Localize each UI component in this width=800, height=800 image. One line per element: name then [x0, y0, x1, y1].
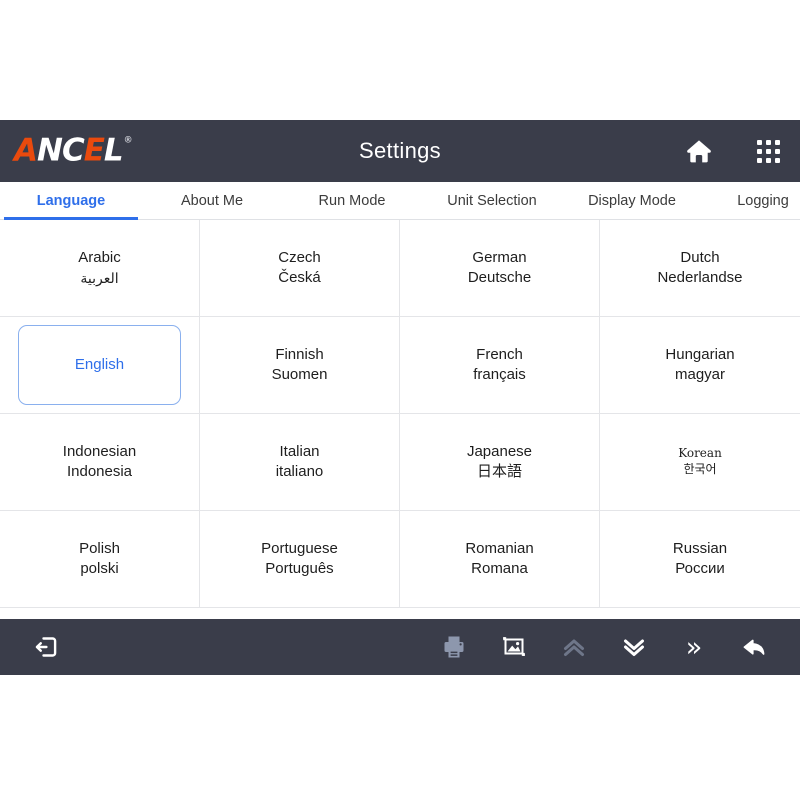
language-cell-french[interactable]: French français [400, 317, 600, 414]
language-name: Korean [678, 446, 722, 461]
language-native-name: 한국어 [683, 462, 717, 476]
language-cell-japanese[interactable]: Japanese 日本語 [400, 414, 600, 511]
language-native-name: Deutsche [467, 269, 532, 286]
tab-label: Unit Selection [447, 192, 537, 209]
tab-display-mode[interactable]: Display Mode [562, 182, 702, 219]
exit-icon[interactable] [16, 619, 76, 675]
application-window: A NC E L ® Settings Language About Me Run Mo… [0, 120, 800, 675]
language-name: Dutch [680, 248, 720, 266]
language-name: Romanian [465, 539, 534, 557]
language-native-name: العربية [80, 269, 119, 286]
tab-label: Display Mode [588, 192, 676, 209]
language-cell-indonesian[interactable]: Indonesian Indonesia [0, 414, 200, 511]
bottom-toolbar: » [0, 619, 800, 675]
print-icon[interactable] [424, 619, 484, 675]
language-native-name: polski [80, 560, 119, 577]
settings-tab-bar: Language About Me Run Mode Unit Selectio… [0, 182, 800, 220]
language-cell-finnish[interactable]: Finnish Suomen [200, 317, 400, 414]
language-native-name: Česká [278, 269, 321, 286]
language-name: Finnish [275, 345, 324, 363]
language-cell-czech[interactable]: Czech Česká [200, 220, 400, 317]
tab-label: Run Mode [318, 192, 386, 209]
language-name: English [74, 355, 125, 373]
home-icon[interactable] [685, 137, 713, 165]
language-name: French [476, 345, 523, 363]
tab-logging[interactable]: Logging [702, 182, 800, 219]
language-cell-english[interactable]: English [0, 317, 200, 414]
language-cell-russian[interactable]: Russian России [600, 511, 800, 608]
language-cell-polish[interactable]: Polish polski [0, 511, 200, 608]
tab-run-mode[interactable]: Run Mode [282, 182, 422, 219]
language-name: Russian [672, 539, 728, 557]
language-native-name: français [473, 366, 526, 383]
language-native-name: italiano [275, 463, 324, 480]
apps-grid-icon[interactable] [757, 139, 780, 163]
back-arrow-icon[interactable] [724, 619, 784, 675]
language-native-name: Português [265, 560, 334, 577]
language-name: Portuguese [261, 539, 338, 557]
language-native-name: Romana [471, 560, 528, 577]
language-name: Hungarian [665, 345, 735, 363]
language-cell-hungarian[interactable]: Hungarian magyar [600, 317, 800, 414]
screenshot-icon[interactable] [484, 619, 544, 675]
language-cell-romanian[interactable]: Romanian Romana [400, 511, 600, 608]
page-up-icon[interactable] [544, 619, 604, 675]
language-name: Indonesian [62, 442, 137, 460]
language-native-name: magyar [674, 366, 726, 383]
tab-label: Language [36, 192, 106, 209]
fast-forward-glyph: » [685, 631, 702, 663]
language-cell-italian[interactable]: Italian italiano [200, 414, 400, 511]
language-cell-arabic[interactable]: Arabic العربية [0, 220, 200, 317]
tab-label: Logging [737, 192, 789, 209]
language-selection-grid: Arabic العربية Czech Česká German Deutsche Dut… [0, 220, 800, 620]
language-native-name: России [675, 560, 725, 577]
language-native-name: Indonesia [66, 463, 133, 480]
language-name: Czech [278, 248, 321, 266]
page-down-icon[interactable] [604, 619, 664, 675]
tab-language[interactable]: Language [0, 182, 142, 220]
language-name: Japanese [466, 442, 533, 460]
tab-about-me[interactable]: About Me [142, 182, 282, 219]
language-native-name: Nederlandse [657, 269, 743, 286]
fast-forward-icon[interactable]: » [664, 619, 724, 675]
page-title: Settings [359, 138, 441, 163]
language-native-name: Suomen [271, 366, 328, 383]
language-cell-portuguese[interactable]: Portuguese Português [200, 511, 400, 608]
tab-label: About Me [180, 192, 244, 209]
tab-unit-selection[interactable]: Unit Selection [422, 182, 562, 219]
language-name: Polish [79, 539, 120, 557]
language-cell-dutch[interactable]: Dutch Nederlandse [600, 220, 800, 317]
language-cell-korean[interactable]: Korean 한국어 [600, 414, 800, 511]
language-name: German [472, 248, 527, 266]
language-native-name: 日本語 [476, 463, 522, 480]
app-header: A NC E L ® Settings [0, 120, 800, 182]
language-cell-german[interactable]: German Deutsche [400, 220, 600, 317]
language-name: Italian [279, 442, 320, 460]
header-icon-group [685, 137, 780, 165]
language-name: Arabic [78, 249, 121, 267]
